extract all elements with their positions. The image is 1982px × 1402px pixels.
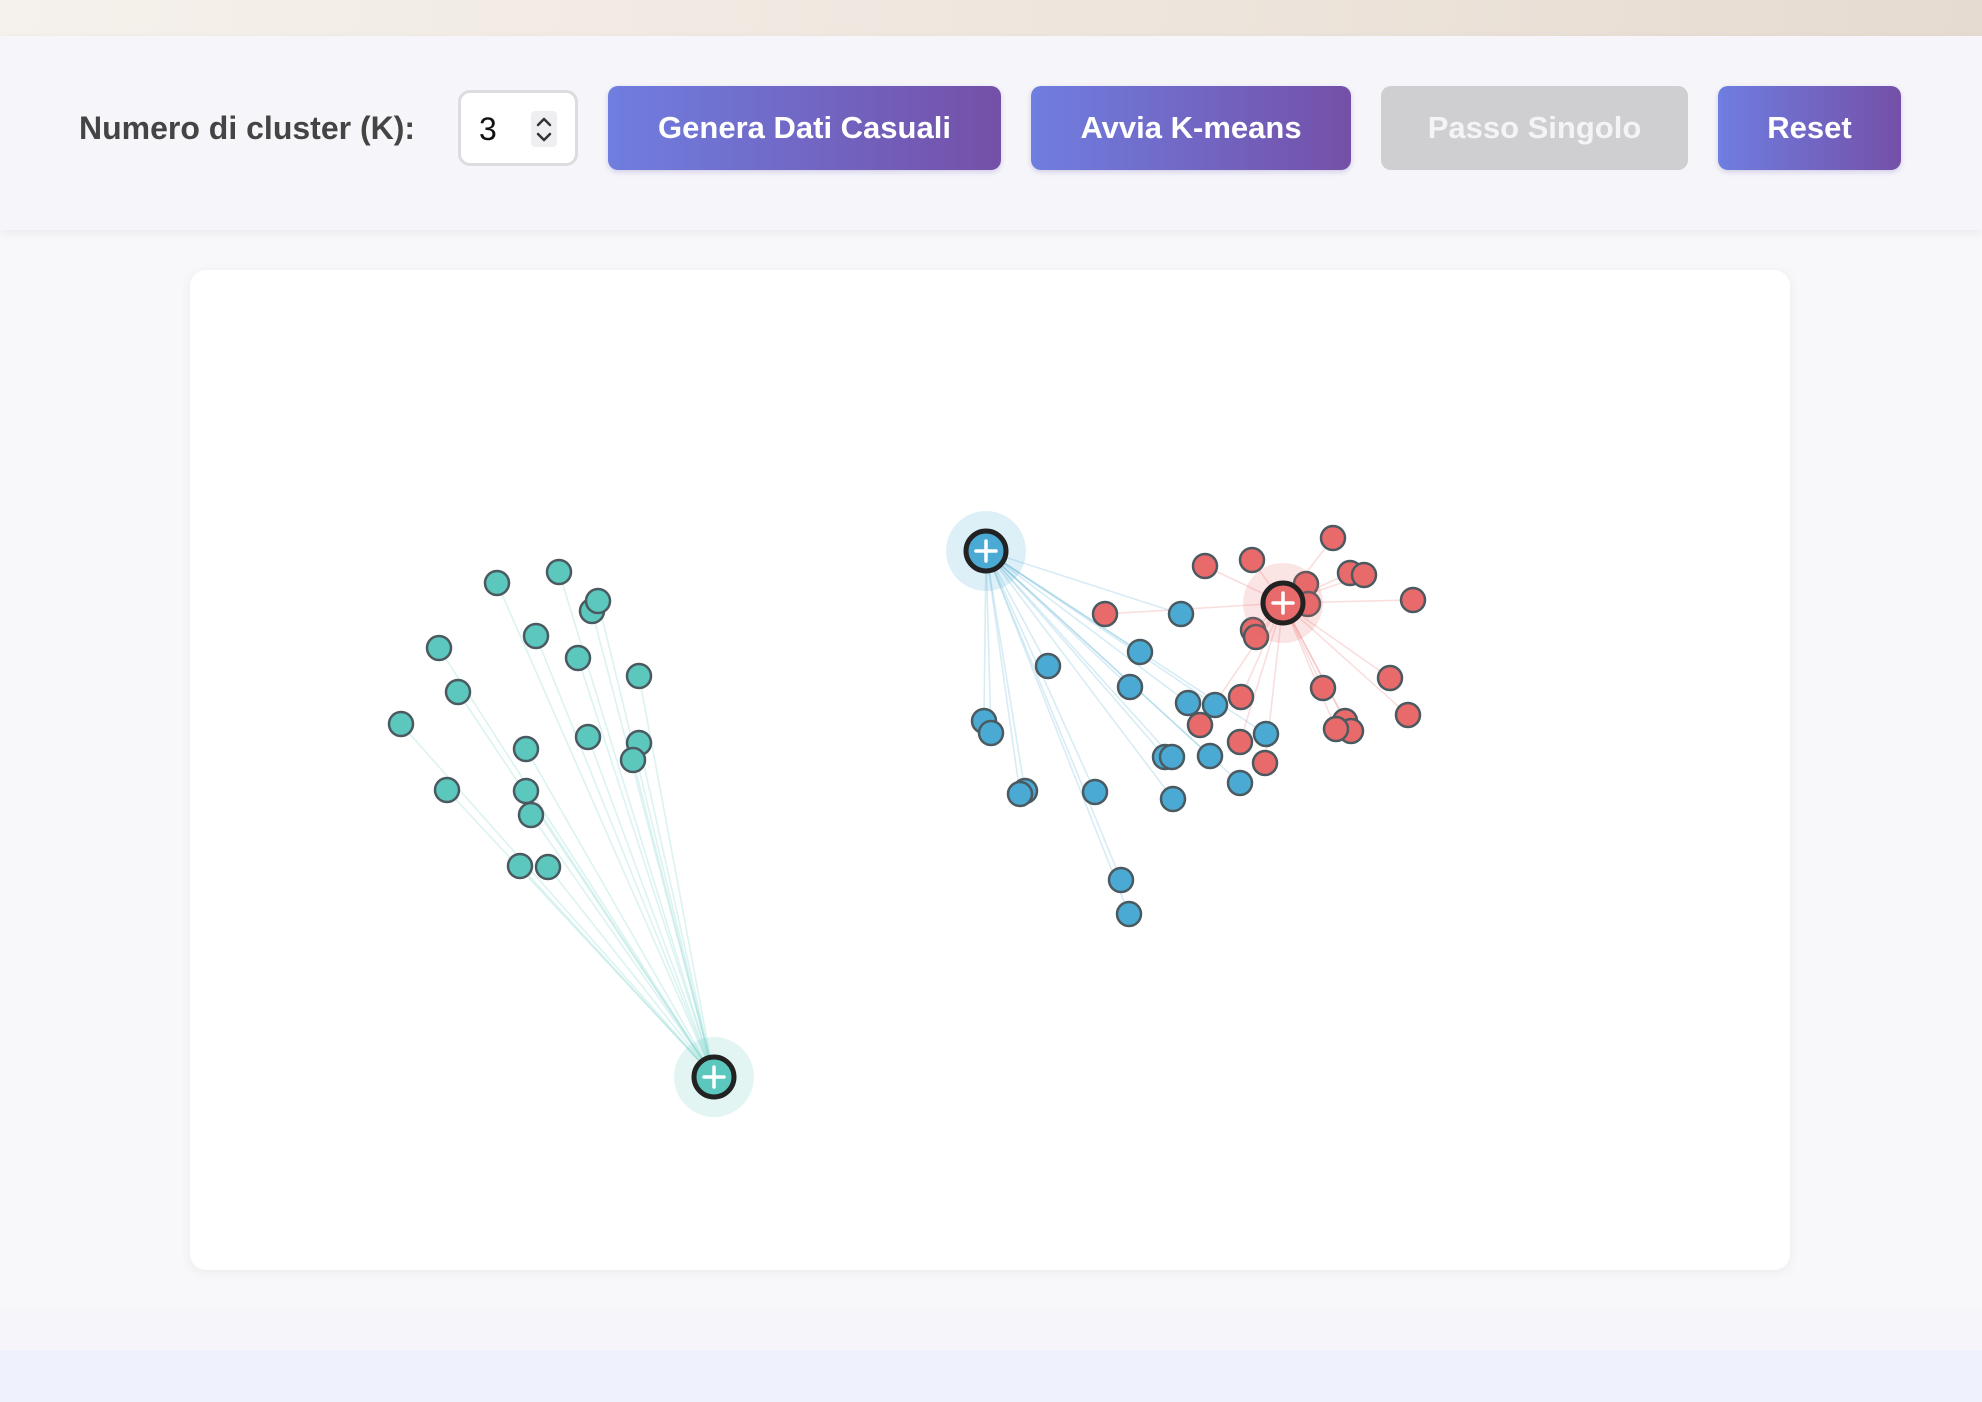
data-point-teal: [522, 622, 550, 650]
data-point-red: [1226, 728, 1254, 756]
data-point-teal: [433, 776, 461, 804]
generate-random-data-button[interactable]: Genera Dati Casuali: [608, 86, 1001, 170]
data-point-red: [1399, 586, 1427, 614]
assignment-line-teal: [519, 865, 715, 1078]
data-point-teal: [625, 662, 653, 690]
assignment-line-teal: [535, 635, 715, 1078]
data-point-teal: [387, 710, 415, 738]
data-point-blue: [1006, 780, 1034, 808]
data-point-teal: [619, 746, 647, 774]
data-point-red: [1191, 552, 1219, 580]
data-point-teal: [483, 569, 511, 597]
data-point-blue: [1081, 778, 1109, 806]
data-point-red: [1251, 749, 1279, 777]
data-point-blue: [1167, 600, 1195, 628]
assignment-line-teal: [597, 600, 715, 1078]
data-point-blue: [1196, 742, 1224, 770]
data-point-blue: [1126, 638, 1154, 666]
data-point-red: [1350, 561, 1378, 589]
data-point-red: [1227, 683, 1255, 711]
data-point-red: [1238, 546, 1266, 574]
centroids: [674, 511, 1323, 1117]
assignment-line-teal: [577, 657, 715, 1078]
data-point-teal: [517, 801, 545, 829]
data-point-red: [1091, 600, 1119, 628]
data-point-blue: [1115, 900, 1143, 928]
data-point-red: [1186, 711, 1214, 739]
k-label: Numero di cluster (K):: [79, 110, 416, 146]
footer-band: [0, 1308, 1982, 1350]
run-kmeans-button[interactable]: Avvia K-means: [1031, 86, 1351, 170]
assignment-line-teal: [587, 736, 715, 1078]
data-point-blue: [1226, 769, 1254, 797]
reset-button[interactable]: Reset: [1718, 86, 1901, 170]
data-point-blue: [1159, 785, 1187, 813]
data-point-teal: [506, 852, 534, 880]
data-point-blue: [1107, 866, 1135, 894]
data-point-blue: [1116, 673, 1144, 701]
assignment-line-teal: [525, 748, 715, 1078]
data-point-teal: [545, 558, 573, 586]
assignment-line-teal: [438, 647, 715, 1078]
k-number-input[interactable]: 3: [458, 90, 578, 166]
centroid-teal: [674, 1037, 754, 1117]
data-point-blue: [1174, 689, 1202, 717]
cluster-plot[interactable]: [190, 270, 1790, 1270]
data-point-teal: [512, 777, 540, 805]
data-point-teal: [574, 723, 602, 751]
data-point-blue: [1252, 720, 1280, 748]
data-point-teal: [425, 634, 453, 662]
data-point-teal: [534, 853, 562, 881]
single-step-button[interactable]: Passo Singolo: [1381, 86, 1688, 170]
footer-bottom: [0, 1350, 1982, 1402]
data-point-blue: [977, 719, 1005, 747]
data-point-red: [1309, 674, 1337, 702]
data-point-red: [1394, 701, 1422, 729]
data-point-blue: [1034, 652, 1062, 680]
data-point-red: [1319, 524, 1347, 552]
data-point-teal: [512, 735, 540, 763]
assignment-line-teal: [638, 742, 715, 1078]
assignment-line-teal: [525, 790, 715, 1078]
k-value: 3: [479, 111, 497, 147]
data-point-teal: [584, 587, 612, 615]
data-point-blue: [1201, 691, 1229, 719]
centroid-red: [1243, 563, 1323, 643]
data-point-teal: [564, 644, 592, 672]
assignment-line-teal: [496, 582, 715, 1078]
browser-top-strip: [0, 0, 1982, 36]
data-point-teal: [444, 678, 472, 706]
kmeans-canvas[interactable]: [190, 270, 1790, 1270]
data-point-red: [1376, 664, 1404, 692]
centroid-blue: [946, 511, 1026, 591]
assignment-line-blue: [985, 550, 1174, 800]
number-spinner-icon[interactable]: [531, 111, 557, 147]
data-point-red: [1322, 715, 1350, 743]
data-point-blue: [1158, 743, 1186, 771]
assignment-line-teal: [530, 814, 715, 1078]
